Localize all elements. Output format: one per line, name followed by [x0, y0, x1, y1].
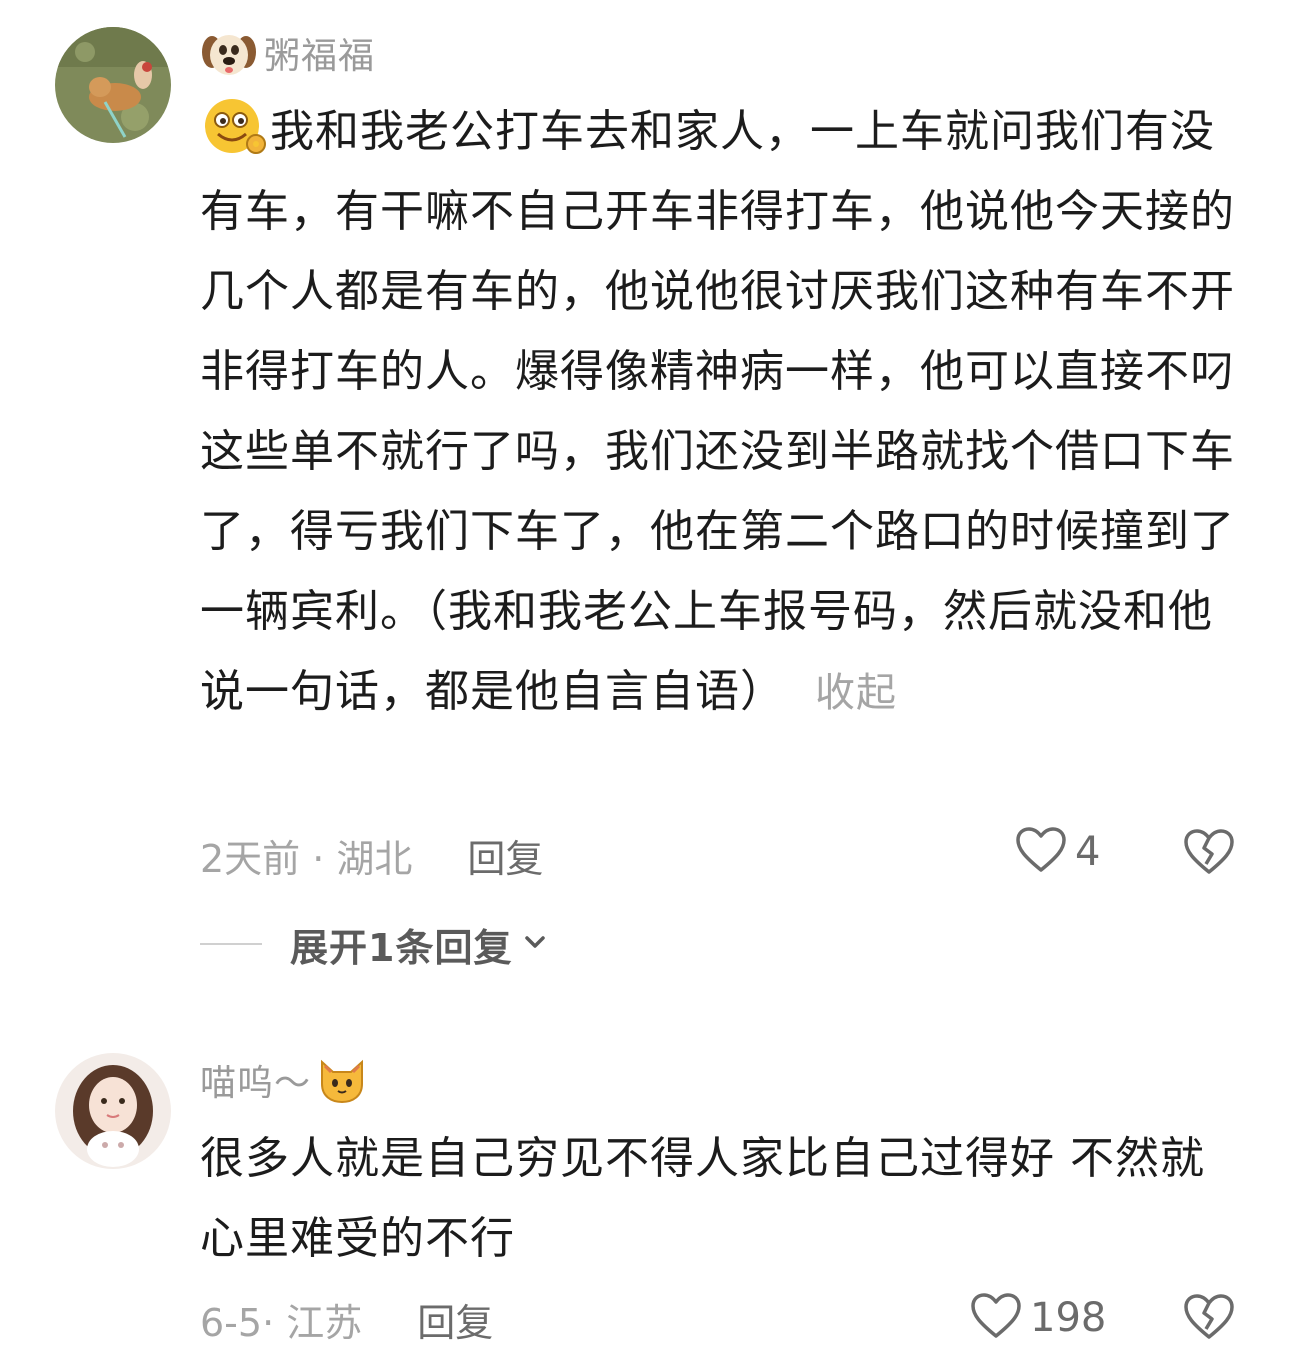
comment-body: 我和我老公打车去和家人，一上车就问我们有没有车，有干嘛不自己开车非得打车，他说他… — [200, 106, 1235, 717]
expand-replies-label: 展开1条回复 — [290, 925, 513, 970]
heart-icon — [1015, 826, 1067, 878]
heart-icon — [970, 1292, 1022, 1344]
chevron-down-icon — [522, 929, 548, 959]
divider-line — [200, 943, 262, 945]
time-location: 6-5· 江苏 — [200, 1300, 363, 1345]
like-button[interactable]: 198 — [970, 1292, 1106, 1344]
avatar-dog-photo-icon — [55, 27, 171, 143]
dislike-button[interactable] — [1183, 1293, 1235, 1345]
expand-replies-button[interactable]: 展开1条回复 — [200, 918, 548, 970]
collapse-button[interactable]: 收起 — [815, 670, 897, 716]
comment-body: 很多人就是自己穷见不得人家比自己过得好 不然就心里难受的不行 — [200, 1133, 1205, 1264]
time-location: 2天前 · 湖北 — [200, 836, 413, 881]
avatar-girl-photo-icon — [55, 1053, 171, 1169]
username[interactable]: 喵呜～ — [200, 1054, 311, 1106]
like-count: 198 — [1030, 1295, 1107, 1341]
like-count: 4 — [1075, 829, 1101, 875]
username[interactable]: 粥福福 — [264, 27, 375, 79]
username-row: 喵呜～ — [200, 1055, 367, 1105]
like-button[interactable]: 4 — [1015, 826, 1100, 878]
avatar[interactable] — [55, 1053, 171, 1169]
comment-list: 粥福福 我和我老公打车去和家人，一上车就问我们有没有车，有干嘛不自己开车非得打车… — [0, 0, 1290, 1365]
dog-face-icon — [200, 28, 258, 78]
cat-face-icon — [317, 1056, 367, 1104]
broken-heart-icon — [1183, 829, 1235, 880]
comment-text: 我和我老公打车去和家人，一上车就问我们有没有车，有干嘛不自己开车非得打车，他说他… — [200, 92, 1240, 733]
reply-button[interactable]: 回复 — [467, 828, 543, 883]
reply-button[interactable]: 回复 — [417, 1292, 493, 1347]
comment-text: 很多人就是自己穷见不得人家比自己过得好 不然就心里难受的不行 — [200, 1119, 1240, 1279]
dislike-button[interactable] — [1183, 828, 1235, 880]
smiling-face-ok-hand-icon — [200, 96, 268, 158]
username-row: 粥福福 — [200, 28, 375, 78]
avatar[interactable] — [55, 27, 171, 143]
broken-heart-icon — [1183, 1294, 1235, 1345]
